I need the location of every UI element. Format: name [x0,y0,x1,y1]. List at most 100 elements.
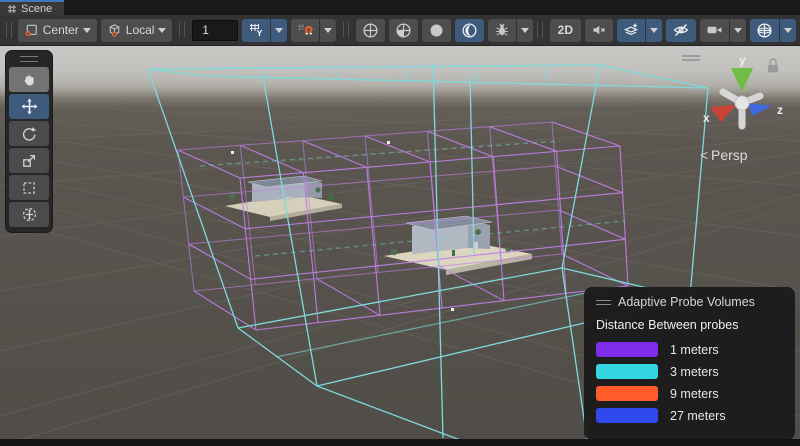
debug-group [488,19,533,42]
chevron-down-icon [324,28,332,33]
grid-snap-y-icon: Y [248,22,264,38]
rect-tool-icon [21,180,37,196]
pivot-center-icon [24,23,39,38]
sphere-filled-icon [428,22,445,39]
y-axis-label: y [739,53,746,67]
tool-scale[interactable] [9,148,49,173]
adaptive-probe-volumes-panel[interactable]: Adaptive Probe Volumes Distance Between … [584,287,795,440]
legend-label: 27 meters [670,409,726,423]
tool-palette-drag-handle[interactable] [20,56,38,62]
pivot-mode-label: Center [43,23,79,37]
legend-item: 27 meters [596,408,783,423]
hand-icon [21,72,37,88]
2d-mode-toggle[interactable]: 2D [550,19,581,42]
debug-dropdown[interactable] [517,19,533,42]
chevron-down-icon [275,28,283,33]
svg-text:Y: Y [257,28,263,38]
z-axis-label: z [777,103,783,117]
gizmos-dropdown[interactable] [780,19,796,42]
chevron-down-icon [521,28,529,33]
debug-validator-button[interactable] [488,19,516,42]
chevron-down-icon [784,28,792,33]
snap-magnet-toggle[interactable] [291,19,319,42]
scene-3d-viewport[interactable]: y x z < Persp [0,46,800,446]
bug-icon [494,22,510,38]
scene-lighting-button[interactable] [455,19,484,42]
visibility-off-icon [672,22,690,38]
sphere-outline-icon [362,22,379,39]
effects-layers-icon [623,22,639,38]
effects-group [617,19,662,42]
effects-dropdown[interactable] [646,19,662,42]
chevron-down-icon [158,28,166,33]
legend-label: 1 meters [670,343,719,357]
scene-toolbar: Center Local Y [0,15,800,46]
gizmo-sphere-icon [756,22,773,39]
effects-toggle[interactable] [617,19,645,42]
tool-rotate[interactable] [9,121,49,146]
camera-settings-button[interactable] [700,19,729,42]
legend-item: 1 meters [596,342,783,357]
tool-palette-overlay [5,50,53,233]
orientation-local-cube-icon [107,23,122,38]
chevron-down-icon [650,28,658,33]
grid-snap-toggle[interactable]: Y [242,19,270,42]
camera-icon [706,22,723,38]
sphere-filled-button[interactable] [422,19,451,42]
legend-item: 3 meters [596,364,783,379]
sphere-quadrant-button[interactable] [389,19,418,42]
legend-swatch [596,364,658,379]
moon-icon [461,22,478,39]
sphere-outline-button[interactable] [356,19,385,42]
scale-icon [21,153,37,169]
toolbar-drag-handle[interactable] [6,22,12,38]
projection-toggle[interactable]: < Persp [700,147,748,163]
tab-scene[interactable]: Scene [0,0,64,15]
toolbar-separator [537,22,543,38]
snap-settings-dropdown[interactable] [320,19,336,42]
camera-group [700,19,746,42]
orientation-dropdown[interactable]: Local [101,19,173,42]
panel-title: Adaptive Probe Volumes [618,295,755,309]
tab-bar: Scene [0,0,800,15]
2d-label: 2D [556,23,575,37]
gizmo-center-cube[interactable] [735,96,749,110]
sphere-quadrant-icon [395,22,412,39]
grid-snap-dropdown[interactable] [271,19,287,42]
legend-subtitle: Distance Between probes [596,318,783,332]
audio-mute-toggle[interactable] [585,19,613,42]
move-icon [21,98,38,115]
chevron-down-icon [734,28,742,33]
legend-swatch [596,408,658,423]
audio-mute-icon [591,22,607,38]
grid-snap-group: Y [242,19,287,42]
toolbar-separator [343,22,349,38]
pivot-mode-dropdown[interactable]: Center [18,19,97,42]
tool-rect[interactable] [9,175,49,200]
x-axis-label: x [703,111,710,125]
legend-label: 3 meters [670,365,719,379]
gizmos-group [750,19,796,42]
gizmos-toggle[interactable] [750,19,779,42]
chevron-down-icon [83,28,91,33]
legend-swatch [596,386,658,401]
orientation-label: Local [126,23,155,37]
transform-icon [21,206,38,223]
scene-visibility-toggle[interactable] [666,19,696,42]
unity-scene-window: Scene Center Local [0,0,800,446]
camera-dropdown[interactable] [730,19,746,42]
snap-magnet-icon [297,22,313,38]
legend-label: 9 meters [670,387,719,401]
legend-item: 9 meters [596,386,783,401]
tab-label: Scene [21,3,52,15]
toolbar-separator [179,22,185,38]
tool-transform[interactable] [9,202,49,227]
persp-arrow-icon: < [700,147,708,163]
snap-settings-group [291,19,336,42]
tool-move[interactable] [9,94,49,119]
legend-swatch [596,342,658,357]
panel-drag-handle-icon[interactable] [596,300,611,305]
viewport-bottom-edge [0,439,800,446]
grid-size-input[interactable] [192,20,238,41]
tool-view-hand[interactable] [9,67,49,92]
